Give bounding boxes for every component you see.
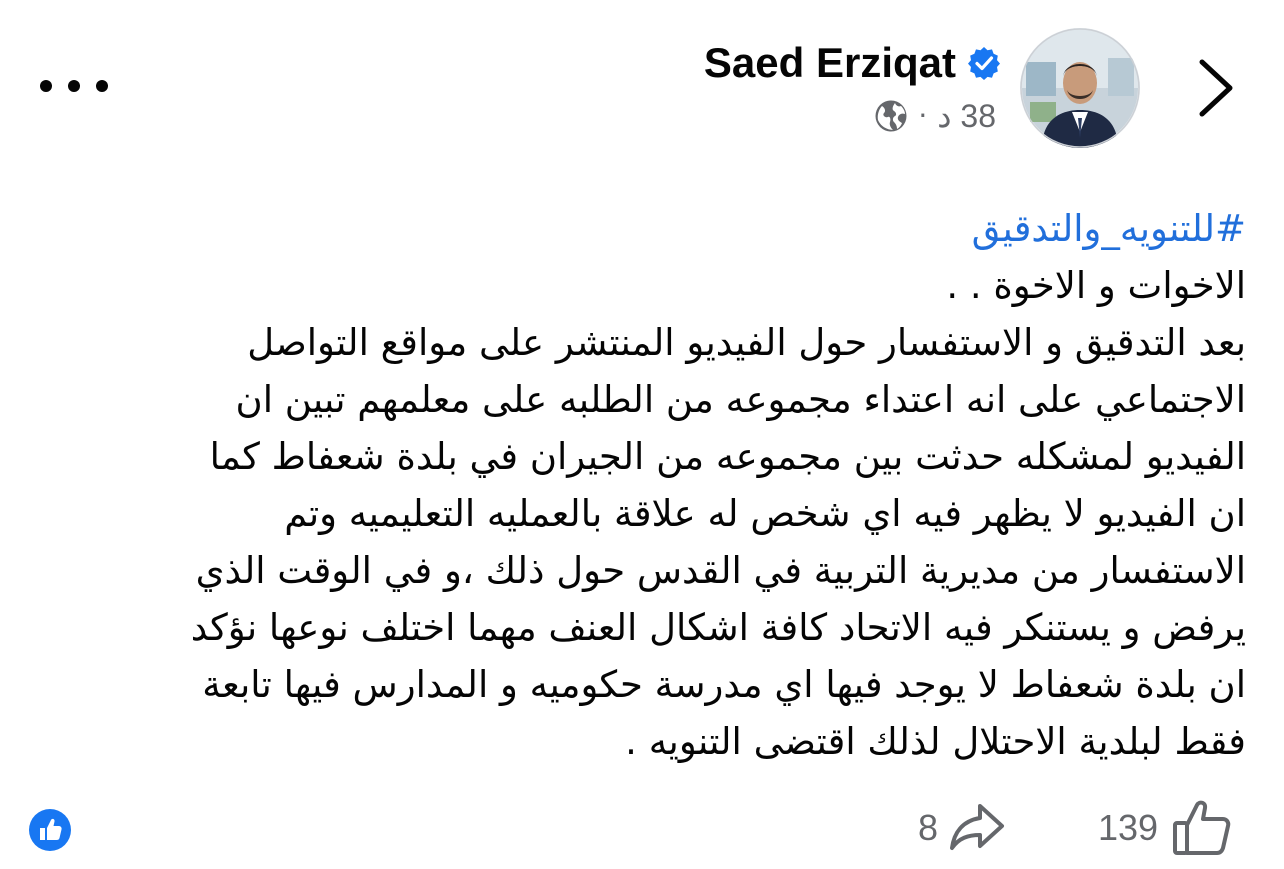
post-text-line: بعد التدقيق و الاستفسار حول الفيديو المن…	[247, 321, 1246, 364]
globe-icon	[875, 100, 907, 132]
thumbs-up-icon	[1173, 800, 1231, 855]
author-name[interactable]: Saed Erziqat	[704, 36, 956, 90]
post-text: #للتنويه_والتدقيق الاخوات و الاخوة . . ب…	[26, 200, 1246, 770]
post-text-line: الفيديو لمشكله حدثت بين مجموعه من الجيرا…	[209, 435, 1246, 478]
more-icon-dot	[40, 80, 52, 92]
post-text-line: ان الفيديو لا يظهر فيه اي شخص له علاقة ب…	[284, 492, 1246, 535]
post-text-line: الاستفسار من مديرية التربية في القدس حول…	[195, 549, 1246, 592]
share-arrow-icon	[950, 804, 1005, 850]
post-timestamp[interactable]: 38 د	[937, 96, 996, 136]
likes-count: 139	[1098, 807, 1159, 848]
profile-photo	[1020, 28, 1140, 148]
more-icon-dot	[68, 80, 80, 92]
like-reaction-badge-icon[interactable]	[28, 808, 72, 852]
post-text-line: ان بلدة شعفاط لا يوجد فيها اي مدرسة حكوم…	[202, 663, 1246, 706]
shares-count: 8	[918, 807, 939, 848]
post-text-line: يرفض و يستنكر فيه الاتحاد كافة اشكال الع…	[190, 606, 1246, 649]
chevron-right-icon[interactable]	[1188, 54, 1244, 122]
like-button[interactable]: 139	[1098, 798, 1232, 858]
avatar[interactable]	[1020, 28, 1140, 148]
verified-badge-icon	[968, 47, 1000, 80]
post-text-line: الاجتماعي على انه اعتداء مجموعه من الطلب…	[235, 378, 1246, 421]
post-text-line: فقط لبلدية الاحتلال لذلك اقتضى التنويه .	[625, 720, 1246, 763]
more-icon-dot	[96, 80, 108, 92]
post-meta: · 38 د	[874, 96, 996, 136]
meta-separator: ·	[918, 99, 928, 132]
post-text-line: الاخوات و الاخوة . .	[946, 264, 1246, 307]
author-name-row: Saed Erziqat	[704, 36, 1002, 90]
hashtag-link[interactable]: #للتنويه_والتدقيق	[972, 207, 1246, 250]
more-options-button[interactable]	[40, 68, 108, 104]
share-button[interactable]: 8	[918, 798, 1006, 858]
